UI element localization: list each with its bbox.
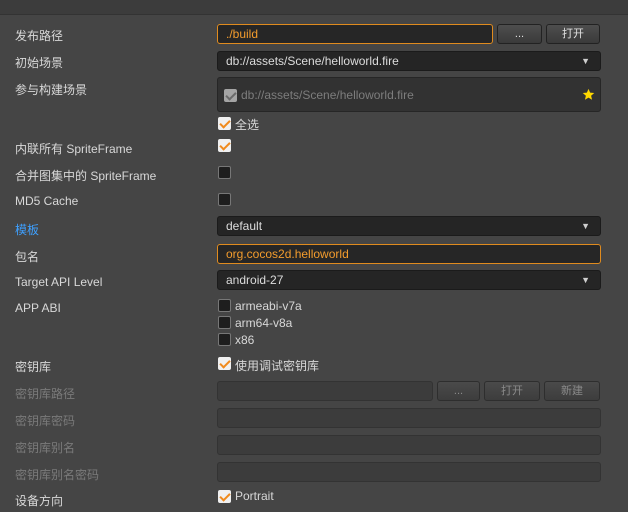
keystore-alias-label: 密钥库别名 [15, 441, 76, 455]
md5-cache-checkbox[interactable] [218, 193, 231, 206]
template-value: default [226, 219, 263, 233]
select-all-checkbox[interactable] [218, 117, 231, 130]
keystore-path-label: 密钥库路径 [15, 387, 76, 401]
keystore-path-browse-button[interactable]: ... [437, 381, 480, 401]
keystore-label: 密钥库 [15, 360, 52, 374]
package-name-label: 包名 [15, 250, 40, 264]
publish-path-label: 发布路径 [15, 29, 64, 43]
keystore-alias-password-label: 密钥库别名密码 [15, 468, 100, 482]
target-api-select[interactable]: android-27 ▼ [217, 270, 601, 290]
merge-spriteframe-checkbox[interactable] [218, 166, 231, 179]
keystore-password-label: 密钥库密码 [15, 414, 76, 428]
build-scenes-label: 参与构建场景 [15, 83, 88, 97]
portrait-checkbox[interactable] [218, 490, 231, 503]
dropdown-arrow-icon: ▼ [581, 275, 590, 285]
scene-path: db://assets/Scene/helloworld.fire [241, 88, 414, 102]
package-name-input[interactable]: org.cocos2d.helloworld [217, 244, 601, 264]
keystore-new-button[interactable]: 新建 [544, 381, 600, 401]
abi-x86-label: x86 [235, 333, 255, 347]
app-abi-label: APP ABI [15, 301, 61, 315]
publish-path-open-button[interactable]: 打开 [546, 24, 600, 44]
publish-path-browse-button[interactable]: ... [497, 24, 542, 44]
top-strip [0, 0, 628, 15]
keystore-alias-input[interactable] [217, 435, 601, 455]
start-scene-select[interactable]: db://assets/Scene/helloworld.fire ▼ [217, 51, 601, 71]
abi-arm64-v8a-label: arm64-v8a [235, 316, 293, 330]
template-select[interactable]: default ▼ [217, 216, 601, 236]
inline-spriteframe-label: 内联所有 SpriteFrame [15, 142, 133, 156]
dropdown-arrow-icon: ▼ [581, 221, 590, 231]
merge-spriteframe-label: 合并图集中的 SpriteFrame [15, 169, 157, 183]
target-api-value: android-27 [226, 273, 284, 287]
abi-armeabi-v7a-checkbox[interactable] [218, 299, 231, 312]
use-debug-keystore-label: 使用调试密钥库 [235, 359, 320, 373]
keystore-alias-password-input[interactable] [217, 462, 601, 482]
build-scenes-list: db://assets/Scene/helloworld.fire [217, 77, 601, 112]
star-icon [582, 88, 595, 100]
abi-armeabi-v7a-label: armeabi-v7a [235, 299, 302, 313]
scene-checkbox[interactable] [224, 89, 237, 102]
start-scene-value: db://assets/Scene/helloworld.fire [226, 54, 399, 68]
keystore-path-input[interactable] [217, 381, 433, 401]
inline-spriteframe-checkbox[interactable] [218, 139, 231, 152]
use-debug-keystore-checkbox[interactable] [218, 357, 231, 370]
template-label[interactable]: 模板 [15, 221, 39, 238]
start-scene-label: 初始场景 [15, 56, 64, 70]
dropdown-arrow-icon: ▼ [581, 56, 590, 66]
orientation-label: 设备方向 [15, 494, 64, 508]
keystore-password-input[interactable] [217, 408, 601, 428]
select-all-label: 全选 [235, 118, 260, 132]
portrait-label: Portrait [235, 489, 274, 503]
abi-arm64-v8a-checkbox[interactable] [218, 316, 231, 329]
publish-path-input[interactable]: ./build [217, 24, 493, 44]
target-api-label: Target API Level [15, 275, 103, 289]
md5-cache-label: MD5 Cache [15, 194, 79, 208]
abi-x86-checkbox[interactable] [218, 333, 231, 346]
keystore-path-open-button[interactable]: 打开 [484, 381, 540, 401]
